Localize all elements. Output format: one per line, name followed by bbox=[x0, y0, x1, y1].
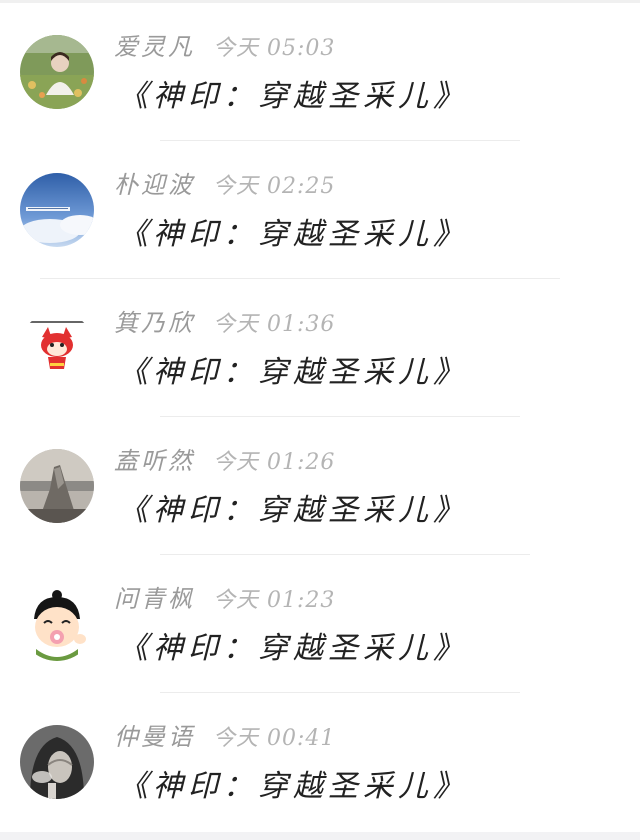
comment-item: 盍听然 今天 01:26 《神印：穿越圣采儿》 bbox=[0, 417, 640, 555]
comment-item: 朴迎波 今天 02:25 《神印：穿越圣采儿》 bbox=[0, 141, 640, 279]
date-label: 今天 bbox=[213, 174, 260, 199]
comment-content: 《神印：穿越圣采儿》 bbox=[118, 217, 468, 252]
date-label: 今天 bbox=[213, 36, 260, 61]
comment-content: 《神印：穿越圣采儿》 bbox=[118, 769, 468, 804]
date-label: 今天 bbox=[213, 450, 260, 475]
timestamp: 今天 05:03 bbox=[213, 36, 335, 61]
date-label: 今天 bbox=[213, 588, 260, 613]
comment-page: 爱灵凡 今天 05:03 《神印：穿越圣采儿》 朴迎波 今天 02:25 《神印… bbox=[0, 0, 640, 840]
username[interactable]: 仲曼语 bbox=[114, 723, 195, 751]
time-label: 05:03 bbox=[267, 36, 336, 61]
username[interactable]: 问青枫 bbox=[114, 585, 195, 613]
comment-meta: 箕乃欣 今天 01:36 bbox=[114, 307, 335, 339]
timestamp: 今天 01:36 bbox=[213, 312, 335, 337]
avatar[interactable] bbox=[20, 725, 94, 799]
time-label: 02:25 bbox=[267, 174, 336, 199]
girl-in-flowers-photo-icon bbox=[20, 35, 94, 109]
username[interactable]: 爱灵凡 bbox=[114, 33, 195, 61]
timestamp: 今天 02:25 bbox=[213, 174, 335, 199]
time-label: 01:36 bbox=[267, 312, 336, 337]
avatar[interactable] bbox=[20, 587, 94, 661]
avatar[interactable] bbox=[20, 449, 94, 523]
comment-item: 箕乃欣 今天 01:36 《神印：穿越圣采儿》 bbox=[0, 279, 640, 417]
comment-content: 《神印：穿越圣采儿》 bbox=[118, 493, 468, 528]
date-label: 今天 bbox=[213, 726, 260, 751]
time-label: 01:26 bbox=[267, 450, 336, 475]
comment-meta: 盍听然 今天 01:26 bbox=[114, 445, 335, 477]
comment-item: 问青枫 今天 01:23 《神印：穿越圣采儿》 bbox=[0, 555, 640, 693]
hooded-figure-photo-icon bbox=[20, 725, 94, 799]
timestamp: 今天 00:41 bbox=[213, 726, 335, 751]
date-label: 今天 bbox=[213, 312, 260, 337]
comment-content: 《神印：穿越圣采儿》 bbox=[118, 355, 468, 390]
comment-meta: 仲曼语 今天 00:41 bbox=[114, 721, 335, 753]
comment-meta: 爱灵凡 今天 05:03 bbox=[114, 31, 335, 63]
comment-content: 《神印：穿越圣采儿》 bbox=[118, 79, 468, 114]
username[interactable]: 朴迎波 bbox=[114, 171, 195, 199]
sky-clouds-photo-icon bbox=[20, 173, 94, 247]
time-label: 00:41 bbox=[267, 726, 336, 751]
avatar[interactable] bbox=[20, 311, 94, 385]
username[interactable]: 箕乃欣 bbox=[114, 309, 195, 337]
comment-item: 仲曼语 今天 00:41 《神印：穿越圣采儿》 bbox=[0, 693, 640, 831]
comment-content: 《神印：穿越圣采儿》 bbox=[118, 631, 468, 666]
username[interactable]: 盍听然 bbox=[114, 447, 195, 475]
comment-meta: 问青枫 今天 01:23 bbox=[114, 583, 335, 615]
rock-sea-photo-icon bbox=[20, 449, 94, 523]
cartoon-boy-pacifier-icon bbox=[20, 587, 94, 661]
bottom-bar bbox=[0, 832, 640, 840]
time-label: 01:23 bbox=[267, 588, 336, 613]
timestamp: 今天 01:23 bbox=[213, 588, 335, 613]
comment-item: 爱灵凡 今天 05:03 《神印：穿越圣采儿》 bbox=[0, 3, 640, 141]
comment-meta: 朴迎波 今天 02:25 bbox=[114, 169, 335, 201]
comment-list: 爱灵凡 今天 05:03 《神印：穿越圣采儿》 朴迎波 今天 02:25 《神印… bbox=[0, 3, 640, 831]
avatar[interactable] bbox=[20, 173, 94, 247]
avatar[interactable] bbox=[20, 35, 94, 109]
timestamp: 今天 01:26 bbox=[213, 450, 335, 475]
red-fox-cartoon-icon bbox=[20, 311, 94, 385]
